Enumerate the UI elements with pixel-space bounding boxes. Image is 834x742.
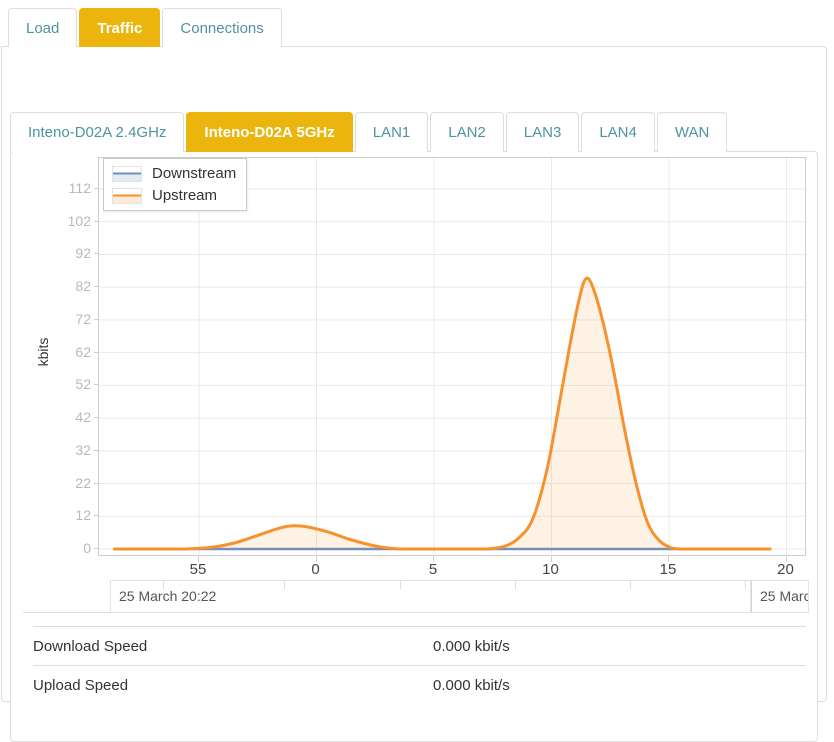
- y-tick-label: 72: [49, 311, 91, 327]
- tab-lan1[interactable]: LAN1: [355, 112, 429, 152]
- y-tick-label: 82: [49, 278, 91, 294]
- x-tick-label: 15: [646, 561, 690, 578]
- y-tick-label: 92: [49, 245, 91, 261]
- tab-lan4[interactable]: LAN4: [581, 112, 655, 152]
- legend-label: Downstream: [152, 165, 236, 182]
- x-tick-mark: [551, 556, 552, 562]
- x-tick-mark: [316, 556, 317, 562]
- y-tick-mark: [94, 319, 99, 320]
- downstream-swatch-icon: [112, 166, 142, 182]
- y-tick-label: 42: [49, 409, 91, 425]
- x-tick-label: 5: [411, 561, 455, 578]
- tab-connections[interactable]: Connections: [162, 8, 281, 47]
- y-tick-label: 12: [49, 507, 91, 523]
- traffic-chart-svg: [99, 158, 807, 557]
- traffic-panel: Inteno-D02A 2.4GHz Inteno-D02A 5GHz LAN1…: [1, 46, 827, 702]
- y-tick-label: 102: [49, 213, 91, 229]
- download-speed-label: Download Speed: [33, 638, 433, 655]
- upload-speed-value: 0.000 kbit/s: [433, 677, 510, 694]
- y-tick-mark: [94, 352, 99, 353]
- upstream-swatch-icon: [112, 188, 142, 204]
- y-tick-mark: [94, 450, 99, 451]
- chart-legend: Downstream Upstream: [103, 158, 247, 211]
- time-range-row: 25 March 20:22 25 March: [23, 580, 807, 613]
- y-tick-mark: [94, 548, 99, 549]
- tab-load[interactable]: Load: [8, 8, 77, 47]
- x-tick-label: 0: [294, 561, 338, 578]
- period-minor-tick: [630, 580, 631, 589]
- y-tick-label: 62: [49, 344, 91, 360]
- download-speed-value: 0.000 kbit/s: [433, 638, 510, 655]
- legend-label: Upstream: [152, 187, 217, 204]
- y-tick-mark: [94, 515, 99, 516]
- x-tick-label: 10: [529, 561, 573, 578]
- time-range-end: 25 March: [751, 580, 809, 613]
- x-tick-label: 20: [764, 561, 808, 578]
- period-minor-tick: [515, 580, 516, 589]
- tab-inteno-d02a-5ghz[interactable]: Inteno-D02A 5GHz: [186, 112, 352, 152]
- period-minor-tick: [163, 580, 164, 589]
- tab-inteno-d02a-24ghz[interactable]: Inteno-D02A 2.4GHz: [10, 112, 184, 152]
- time-range-start: 25 March 20:22: [110, 580, 751, 613]
- tab-lan3[interactable]: LAN3: [506, 112, 580, 152]
- legend-item-downstream: Downstream: [112, 165, 236, 182]
- x-tick-mark: [433, 556, 434, 562]
- interface-tab-bar: Inteno-D02A 2.4GHz Inteno-D02A 5GHz LAN1…: [2, 112, 727, 152]
- x-tick-mark: [668, 556, 669, 562]
- tab-wan[interactable]: WAN: [657, 112, 727, 152]
- y-tick-mark: [94, 384, 99, 385]
- table-row: Upload Speed 0.000 kbit/s: [33, 665, 806, 704]
- y-tick-label: 32: [49, 442, 91, 458]
- y-tick-mark: [94, 286, 99, 287]
- y-tick-label: 0: [49, 540, 91, 556]
- main-tab-bar: Load Traffic Connections: [0, 0, 834, 47]
- y-tick-label: 52: [49, 376, 91, 392]
- period-minor-tick: [284, 580, 285, 589]
- y-tick-mark: [94, 417, 99, 418]
- y-tick-mark: [94, 188, 99, 189]
- y-tick-label: 112: [49, 180, 91, 196]
- legend-item-upstream: Upstream: [112, 187, 236, 204]
- x-tick-mark: [786, 556, 787, 562]
- upload-speed-label: Upload Speed: [33, 677, 433, 694]
- speed-table: Download Speed 0.000 kbit/s Upload Speed…: [33, 626, 806, 704]
- y-tick-mark: [94, 221, 99, 222]
- chart-panel: kbits Downstream Upstream 01222324252627…: [10, 151, 818, 742]
- period-minor-tick: [400, 580, 401, 589]
- y-tick-label: 22: [49, 475, 91, 491]
- x-tick-mark: [198, 556, 199, 562]
- period-minor-tick: [745, 580, 746, 589]
- tab-lan2[interactable]: LAN2: [430, 112, 504, 152]
- tab-traffic[interactable]: Traffic: [79, 8, 160, 47]
- y-tick-mark: [94, 253, 99, 254]
- table-row: Download Speed 0.000 kbit/s: [33, 626, 806, 665]
- y-tick-mark: [94, 483, 99, 484]
- traffic-chart-plot: [98, 157, 806, 556]
- x-tick-label: 55: [176, 561, 220, 578]
